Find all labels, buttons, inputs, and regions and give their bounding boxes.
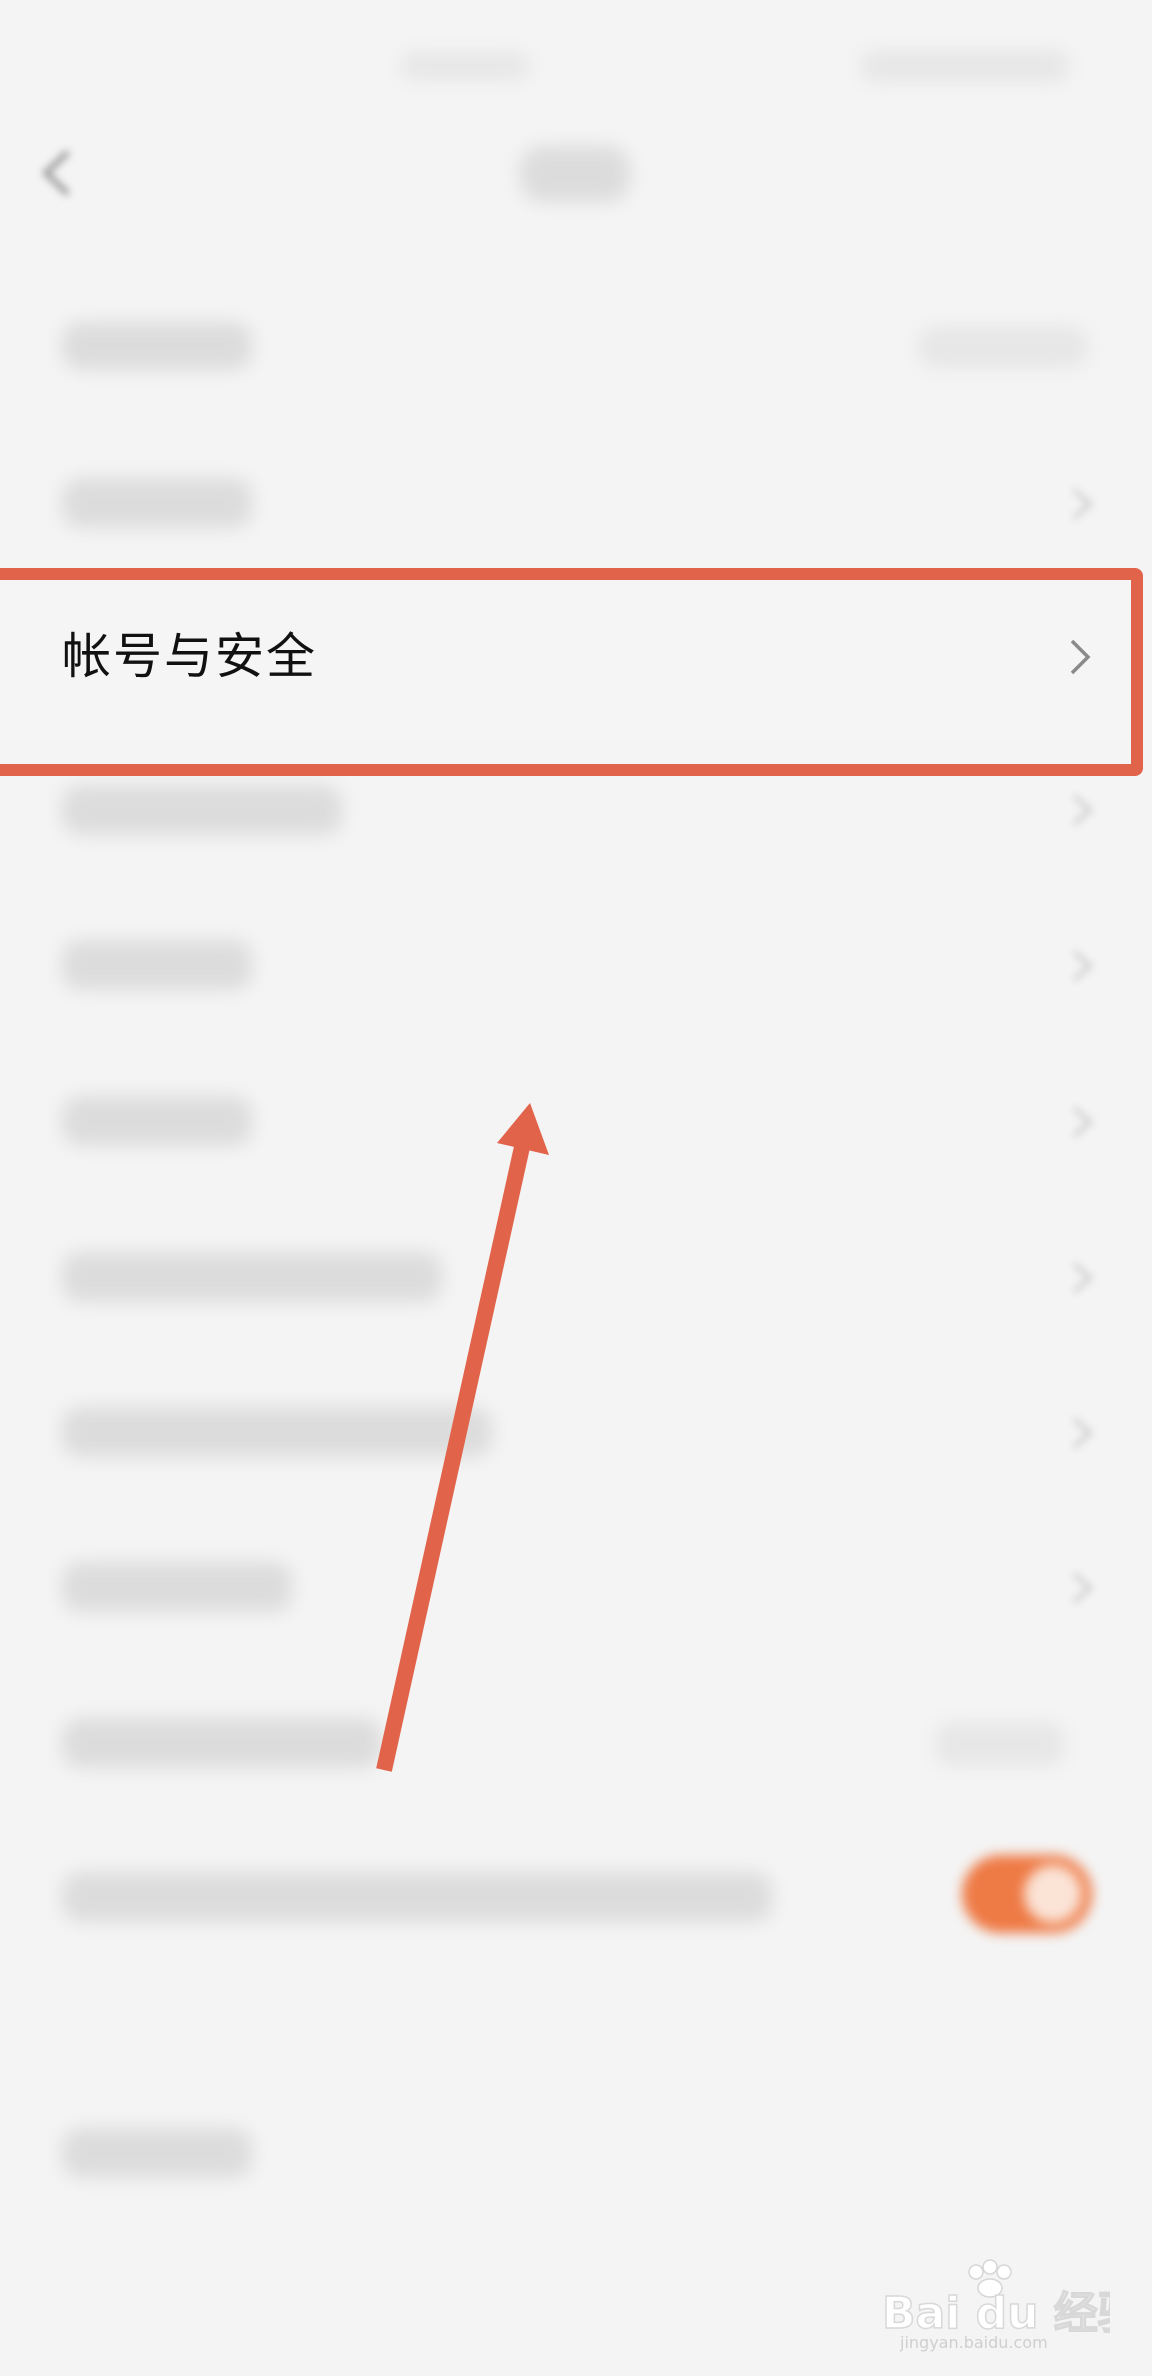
back-arrow-icon[interactable] (40, 148, 74, 198)
baidu-watermark: Bai du 经验 jingyan.baidu.com (881, 2259, 1110, 2352)
chevron-right-icon (1072, 1572, 1094, 1604)
list-item[interactable] (62, 1562, 292, 1612)
page-title (520, 146, 630, 202)
chevron-right-icon (1072, 950, 1094, 982)
chevron-right-icon (1072, 1262, 1094, 1294)
list-item[interactable] (62, 478, 252, 528)
list-item[interactable] (62, 1096, 252, 1146)
list-item-value (918, 326, 1088, 368)
list-item (62, 1872, 772, 1922)
chevron-right-icon (1072, 488, 1094, 520)
list-item[interactable] (62, 785, 342, 835)
watermark-url: jingyan.baidu.com (899, 2333, 1048, 2352)
list-item[interactable] (62, 1407, 492, 1457)
status-bar-time (400, 52, 530, 80)
list-item[interactable] (62, 1252, 442, 1302)
list-item[interactable] (62, 1718, 382, 1768)
list-item[interactable] (62, 940, 252, 990)
status-bar-indicators (860, 50, 1070, 82)
highlight-box (0, 568, 1143, 776)
watermark-brand: Bai du 经验 (882, 2288, 1110, 2339)
chevron-right-icon (1072, 1106, 1094, 1138)
list-item[interactable] (62, 322, 252, 370)
toggle-switch-icon[interactable] (962, 1855, 1092, 1933)
settings-screen: 帐号与安全 Bai du 经验 jingyan.baidu.com (0, 0, 1152, 2376)
chevron-right-icon (1072, 1417, 1094, 1449)
list-item[interactable] (62, 2128, 252, 2178)
chevron-right-icon (1072, 794, 1094, 826)
list-item-value (935, 1722, 1065, 1766)
